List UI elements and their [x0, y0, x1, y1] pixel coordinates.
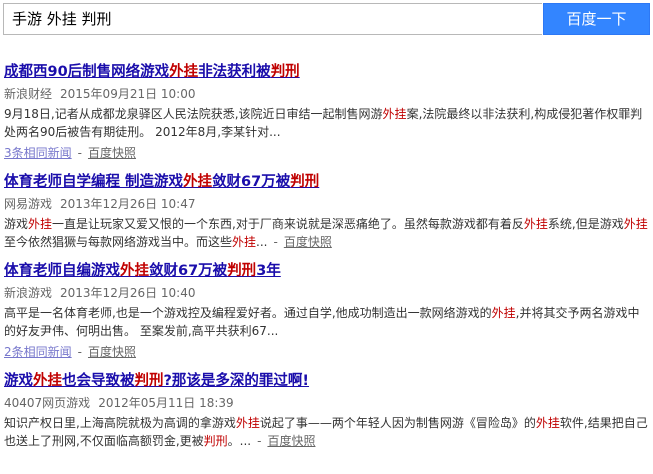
result-item: 体育老师自学编程 制造游戏外挂敛财67万被判刑 网易游戏 2013年12月26日 … — [4, 172, 650, 251]
result-title-link[interactable]: 体育老师自学编程 制造游戏外挂敛财67万被判刑 — [4, 172, 650, 192]
result-links: 2条相同新闻 - 百度快照 — [4, 345, 136, 359]
snapshot-link[interactable]: 百度快照 — [284, 235, 332, 249]
result-source: 网易游戏 — [4, 197, 53, 211]
result-abstract: 知识产权日里,上海高院就极为高调的拿游戏外挂说起了事——两个年轻人因为制售网游《… — [4, 416, 648, 448]
result-item: 成都西90后制售网络游戏外挂非法获利被判刑 新浪财经 2015年09月21日 10… — [4, 62, 650, 162]
result-date: 2015年09月21日 10:00 — [60, 87, 196, 101]
result-meta: 新浪财经 2015年09月21日 10:00 — [4, 85, 650, 103]
result-source: 新浪游戏 — [4, 286, 53, 300]
search-button[interactable]: 百度一下 — [543, 3, 650, 35]
result-date: 2013年12月26日 10:40 — [60, 286, 196, 300]
result-links: 3条相同新闻 - 百度快照 — [4, 146, 136, 160]
result-title-link[interactable]: 成都西90后制售网络游戏外挂非法获利被判刑 — [4, 62, 650, 82]
snapshot-link[interactable]: 百度快照 — [88, 146, 136, 160]
result-date: 2012年05月11日 18:39 — [98, 396, 234, 410]
snapshot-link[interactable]: 百度快照 — [267, 434, 315, 448]
snapshot-link[interactable]: 百度快照 — [88, 345, 136, 359]
related-news-link[interactable]: 3条相同新闻 — [4, 146, 72, 160]
result-abstract: 游戏外挂一直是让玩家又爱又恨的一个东西,对于厂商来说就是深恶痛绝了。虽然每款游戏… — [4, 217, 648, 249]
result-meta: 新浪游戏 2013年12月26日 10:40 — [4, 284, 650, 302]
result-source: 新浪财经 — [4, 87, 53, 101]
result-meta: 40407网页游戏 2012年05月11日 18:39 — [4, 394, 650, 412]
result-date: 2013年12月26日 10:47 — [60, 197, 196, 211]
result-meta: 网易游戏 2013年12月26日 10:47 — [4, 195, 650, 213]
result-source: 40407网页游戏 — [4, 396, 91, 410]
result-item: 游戏外挂也会导致被判刑?那该是多深的罪过啊! 40407网页游戏 2012年05月… — [4, 371, 650, 450]
result-abstract: 9月18日,记者从成都龙泉驿区人民法院获悉,该院近日审结一起制售网游外挂案,法院… — [4, 107, 643, 139]
result-abstract: 高平是一名体育老师,也是一个游戏控及编程爱好者。通过自学,他成功制造出一款网络游… — [4, 306, 640, 338]
search-input[interactable]: 手游 外挂 判刑 — [3, 3, 542, 35]
results-list: 成都西90后制售网络游戏外挂非法获利被判刑 新浪财经 2015年09月21日 10… — [4, 62, 650, 460]
result-item: 体育老师自编游戏外挂敛财67万被判刑3年 新浪游戏 2013年12月26日 10:… — [4, 261, 650, 361]
search-bar: 手游 外挂 判刑 百度一下 — [0, 0, 653, 38]
related-news-link[interactable]: 2条相同新闻 — [4, 345, 72, 359]
result-title-link[interactable]: 游戏外挂也会导致被判刑?那该是多深的罪过啊! — [4, 371, 650, 391]
result-title-link[interactable]: 体育老师自编游戏外挂敛财67万被判刑3年 — [4, 261, 650, 281]
